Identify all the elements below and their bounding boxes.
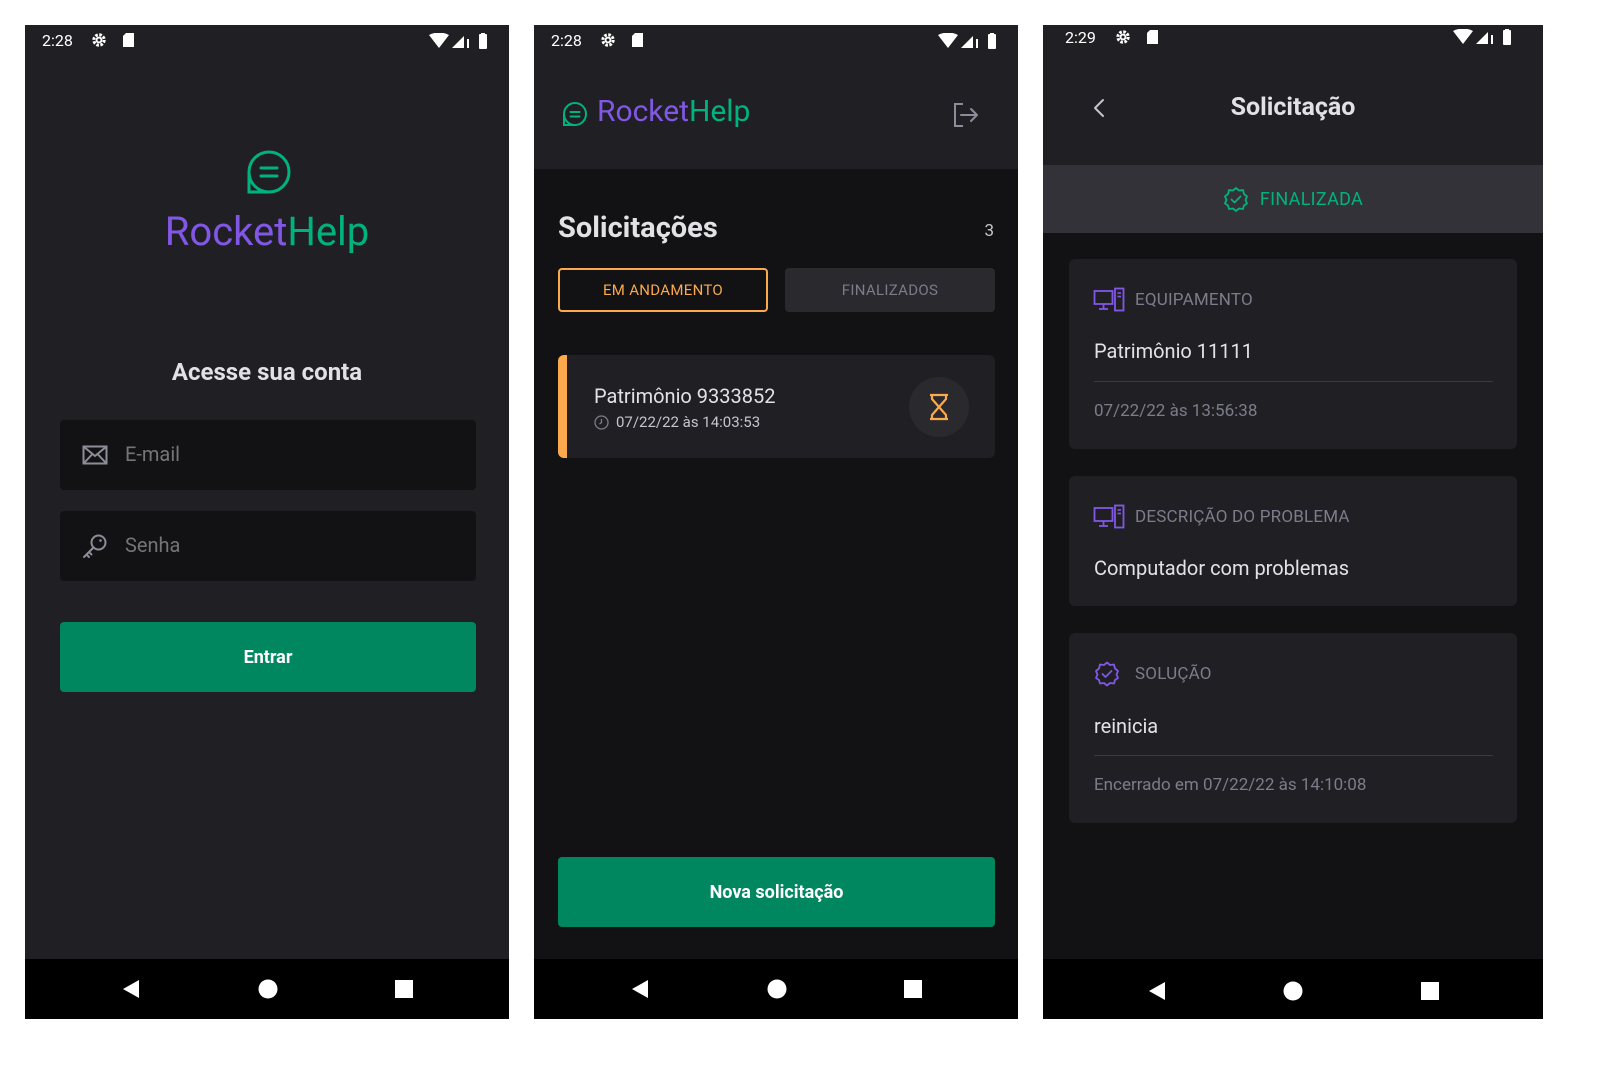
home-nav-icon[interactable] bbox=[1283, 981, 1303, 1001]
logo-rocket: Rocket bbox=[164, 208, 288, 255]
tab-em-andamento[interactable]: EM ANDAMENTO bbox=[558, 268, 768, 312]
chat-logo-icon bbox=[562, 101, 588, 127]
order-card[interactable]: Patrimônio 9333852 07/22/22 às 14:03:53 bbox=[558, 355, 995, 458]
login-button[interactable]: Entrar bbox=[60, 622, 476, 692]
logo-rocket: Rocket bbox=[597, 94, 689, 129]
android-nav-bar bbox=[534, 959, 1018, 1019]
app-logo-text: RocketHelp bbox=[25, 208, 509, 255]
new-order-button[interactable]: Nova solicitação bbox=[558, 857, 995, 927]
recents-nav-icon[interactable] bbox=[394, 979, 414, 999]
android-nav-bar bbox=[25, 959, 509, 1019]
order-name: Patrimônio 9333852 bbox=[594, 384, 776, 408]
equipment-value: Patrimônio 11111 bbox=[1094, 339, 1253, 363]
password-input[interactable] bbox=[125, 533, 455, 557]
orders-list-screen: 2:28 RocketHelp Solicitações 3 EM ANDAME… bbox=[534, 25, 1018, 1019]
status-time: 2:28 bbox=[42, 31, 73, 50]
home-nav-icon[interactable] bbox=[258, 979, 278, 999]
back-nav-icon[interactable] bbox=[630, 979, 650, 999]
login-screen: 2:28 RocketHelp Acesse sua conta Entrar bbox=[25, 25, 509, 1019]
description-header: DESCRIÇÃO DO PROBLEMA bbox=[1093, 504, 1350, 530]
description-card: DESCRIÇÃO DO PROBLEMA Computador com pro… bbox=[1069, 476, 1517, 606]
order-date: 07/22/22 às 14:03:53 bbox=[616, 413, 761, 431]
signal-battery-icons bbox=[429, 33, 491, 49]
home-nav-icon[interactable] bbox=[767, 979, 787, 999]
recents-nav-icon[interactable] bbox=[1420, 981, 1440, 1001]
solution-card: SOLUÇÃO reinicia Encerrado em 07/22/22 à… bbox=[1069, 633, 1517, 823]
status-bar: 2:28 bbox=[534, 25, 1018, 57]
envelope-icon bbox=[82, 442, 108, 468]
divider bbox=[1094, 381, 1493, 382]
order-detail-screen: 2:29 Solicitação FINALIZADA EQUIPAMENTO … bbox=[1043, 25, 1543, 1019]
status-label: FINALIZADA bbox=[1259, 188, 1364, 210]
equipment-header: EQUIPAMENTO bbox=[1093, 287, 1253, 313]
status-stripe bbox=[558, 355, 567, 458]
app-logo-text: RocketHelp bbox=[597, 94, 750, 129]
signal-battery-icons bbox=[1453, 29, 1515, 45]
logout-icon[interactable] bbox=[952, 101, 980, 129]
desktop-tower-icon bbox=[1093, 504, 1125, 530]
solution-value: reinicia bbox=[1094, 714, 1159, 738]
badge-check-icon bbox=[1223, 186, 1249, 212]
equipment-card: EQUIPAMENTO Patrimônio 11111 07/22/22 às… bbox=[1069, 259, 1517, 449]
gear-icon bbox=[1115, 29, 1131, 45]
clock-icon bbox=[594, 414, 609, 430]
key-icon bbox=[82, 533, 108, 559]
desktop-tower-icon bbox=[1093, 287, 1125, 313]
status-time: 2:28 bbox=[551, 31, 582, 50]
order-date-row: 07/22/22 às 14:03:53 bbox=[594, 413, 760, 431]
closed-date: Encerrado em 07/22/22 às 14:10:08 bbox=[1094, 775, 1367, 795]
sd-card-icon bbox=[123, 33, 134, 47]
sd-card-icon bbox=[632, 33, 643, 47]
tab-finalizados[interactable]: FINALIZADOS bbox=[785, 268, 995, 312]
back-nav-icon[interactable] bbox=[121, 979, 141, 999]
logo-help: Help bbox=[287, 208, 370, 255]
description-label: DESCRIÇÃO DO PROBLEMA bbox=[1135, 507, 1350, 527]
email-field[interactable] bbox=[60, 420, 476, 490]
hourglass-icon bbox=[909, 377, 969, 437]
gear-icon bbox=[91, 32, 107, 48]
equipment-label: EQUIPAMENTO bbox=[1135, 290, 1253, 310]
page-title: Solicitações bbox=[558, 211, 718, 245]
solution-header: SOLUÇÃO bbox=[1093, 661, 1212, 687]
chat-logo-icon bbox=[246, 149, 292, 195]
status-bar: 2:29 bbox=[1043, 25, 1543, 57]
login-heading: Acesse sua conta bbox=[171, 358, 363, 386]
recents-nav-icon[interactable] bbox=[903, 979, 923, 999]
password-field[interactable] bbox=[60, 511, 476, 581]
sd-card-icon bbox=[1147, 30, 1158, 44]
signal-battery-icons bbox=[938, 33, 1000, 49]
gear-icon bbox=[600, 32, 616, 48]
logo-help: Help bbox=[688, 94, 751, 129]
back-nav-icon[interactable] bbox=[1147, 981, 1167, 1001]
page-title: Solicitação bbox=[1230, 93, 1356, 122]
divider bbox=[1094, 755, 1493, 756]
badge-check-icon bbox=[1093, 661, 1125, 687]
description-value: Computador com problemas bbox=[1094, 556, 1350, 580]
status-bar: 2:28 bbox=[25, 25, 509, 57]
solution-label: SOLUÇÃO bbox=[1135, 664, 1212, 684]
status-badge: FINALIZADA bbox=[1043, 165, 1543, 233]
equipment-date: 07/22/22 às 13:56:38 bbox=[1094, 401, 1258, 421]
status-time: 2:29 bbox=[1065, 28, 1096, 47]
orders-count: 3 bbox=[984, 221, 994, 241]
android-nav-bar bbox=[1043, 959, 1543, 1019]
email-input[interactable] bbox=[125, 442, 455, 466]
